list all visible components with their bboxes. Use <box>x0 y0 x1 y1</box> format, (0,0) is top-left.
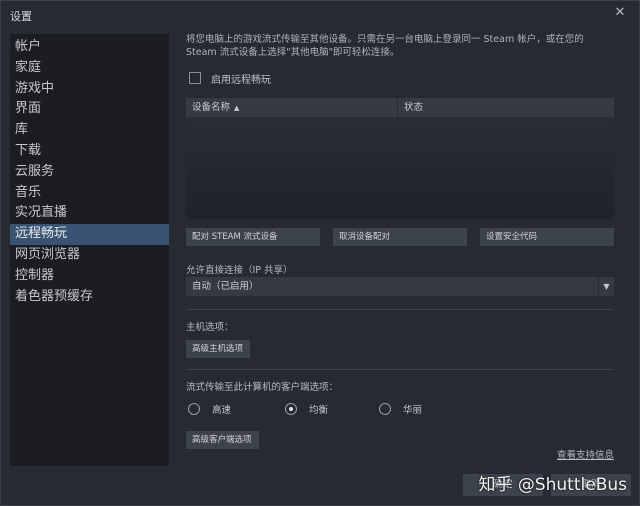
settings-sidebar: 帐户 家庭 游戏中 界面 库 下载 云服务 音乐 实况直播 远程畅玩 网页浏览器… <box>10 34 169 466</box>
zhihu-watermark: 知乎 @ShuttleBus <box>478 475 627 495</box>
sidebar-item-music[interactable]: 音乐 <box>10 183 169 204</box>
device-table-header: 设备名称 ▲ 状态 <box>186 98 614 117</box>
radio-beautiful[interactable]: 华丽 <box>379 402 422 416</box>
radio-fast[interactable]: 高速 <box>188 402 231 416</box>
radio-beautiful-label: 华丽 <box>403 405 423 416</box>
sidebar-item-controller[interactable]: 控制器 <box>10 266 169 287</box>
close-icon[interactable]: ✕ <box>613 6 627 20</box>
radio-fast-label: 高速 <box>212 405 232 416</box>
advanced-host-options-button[interactable]: 高级主机选项 <box>186 340 250 358</box>
sidebar-item-in-game[interactable]: 游戏中 <box>10 79 169 100</box>
radio-balanced[interactable]: 均衡 <box>285 402 328 416</box>
view-support-info-link[interactable]: 查看支持信息 <box>557 447 614 461</box>
sidebar-item-downloads[interactable]: 下载 <box>10 141 169 162</box>
device-table: 设备名称 ▲ 状态 <box>186 98 614 219</box>
radio-balanced-label: 均衡 <box>309 405 329 416</box>
direct-connection-label: 允许直接连接（IP 共享） <box>186 265 293 276</box>
sidebar-item-remote-play[interactable]: 远程畅玩 <box>10 224 169 245</box>
enable-remote-play-checkbox[interactable] <box>189 72 201 84</box>
direct-connection-value: 自动（已启用） <box>192 281 259 292</box>
dialog-footer: 确定 取消 知乎 @ShuttleBus <box>1 465 639 505</box>
sidebar-item-broadcasting[interactable]: 实况直播 <box>10 203 169 224</box>
sidebar-item-interface[interactable]: 界面 <box>10 99 169 120</box>
radio-circle-fast[interactable] <box>188 403 200 415</box>
sidebar-item-web-browser[interactable]: 网页浏览器 <box>10 245 169 266</box>
column-device-name[interactable]: 设备名称 ▲ <box>186 98 398 117</box>
advanced-client-options-button[interactable]: 高级客户端选项 <box>186 431 259 449</box>
radio-circle-balanced[interactable] <box>285 403 297 415</box>
enable-remote-play-label: 启用远程畅玩 <box>211 74 271 86</box>
radio-circle-beautiful[interactable] <box>379 403 391 415</box>
sidebar-item-family[interactable]: 家庭 <box>10 58 169 79</box>
chevron-down-icon[interactable]: ▼ <box>598 277 614 296</box>
client-options-label: 流式传输至此计算机的客户端选项： <box>186 382 339 393</box>
pair-steam-link-button[interactable]: 配对 STEAM 流式设备 <box>186 228 320 246</box>
window-title: 设置 <box>10 10 32 23</box>
settings-window: 设置 ✕ 帐户 家庭 游戏中 界面 库 下载 云服务 音乐 实况直播 远程畅玩 … <box>0 0 640 506</box>
quality-radio-group: 高速 均衡 华丽 <box>188 402 616 416</box>
set-security-code-button[interactable]: 设置安全代码 <box>480 228 614 246</box>
column-device-name-label: 设备名称 <box>192 102 231 113</box>
enable-remote-play-row[interactable]: 启用远程畅玩 <box>189 71 271 86</box>
unpair-devices-button[interactable]: 取消设备配对 <box>333 228 467 246</box>
pairing-button-row: 配对 STEAM 流式设备 取消设备配对 设置安全代码 <box>186 228 614 246</box>
remote-play-panel: 将您电脑上的游戏流式传输至其他设备。只需在另一台电脑上登录同一 Steam 帐户… <box>186 29 616 461</box>
host-options-label: 主机选项： <box>186 322 234 333</box>
column-status[interactable]: 状态 <box>398 98 614 117</box>
direct-connection-select[interactable]: 自动（已启用） ▼ <box>186 277 614 296</box>
sort-ascending-icon: ▲ <box>234 104 240 112</box>
divider <box>186 369 614 370</box>
sidebar-item-account[interactable]: 帐户 <box>10 37 169 58</box>
sidebar-item-cloud[interactable]: 云服务 <box>10 162 169 183</box>
sidebar-item-shader-precache[interactable]: 着色器预缓存 <box>10 287 169 308</box>
remote-play-description: 将您电脑上的游戏流式传输至其他设备。只需在另一台电脑上登录同一 Steam 帐户… <box>186 34 584 58</box>
sidebar-item-library[interactable]: 库 <box>10 120 169 141</box>
divider <box>186 309 614 310</box>
title-bar: 设置 ✕ <box>1 1 639 29</box>
